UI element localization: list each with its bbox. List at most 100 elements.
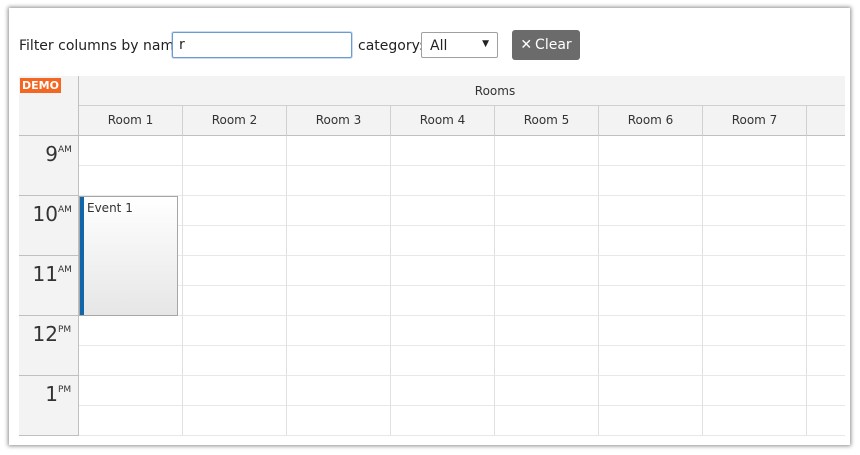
column-header[interactable]: Room 2 xyxy=(183,106,287,136)
time-cell[interactable] xyxy=(287,226,391,256)
time-cell[interactable] xyxy=(495,196,599,226)
time-cell[interactable] xyxy=(79,136,183,166)
time-cell[interactable] xyxy=(703,256,807,286)
hour-label: 1 xyxy=(45,382,58,406)
time-cell[interactable] xyxy=(79,346,183,376)
filter-toolbar: Filter columns by name: category: All ▼ … xyxy=(9,30,850,62)
time-cell[interactable] xyxy=(807,166,845,196)
time-cell[interactable] xyxy=(391,346,495,376)
time-cell[interactable] xyxy=(599,196,703,226)
calendar-event[interactable]: Event 1 xyxy=(79,196,178,316)
column-header[interactable]: Room 4 xyxy=(391,106,495,136)
time-cell[interactable] xyxy=(495,406,599,436)
time-cell[interactable] xyxy=(287,286,391,316)
column-header[interactable]: Room 5 xyxy=(495,106,599,136)
time-cell[interactable] xyxy=(287,196,391,226)
time-cell[interactable] xyxy=(807,226,845,256)
time-cell[interactable] xyxy=(703,406,807,436)
column-header[interactable]: Room 7 xyxy=(703,106,807,136)
time-cell[interactable] xyxy=(287,256,391,286)
column-header[interactable]: Room 3 xyxy=(287,106,391,136)
time-row-header: 9 AM xyxy=(19,136,79,196)
time-cell[interactable] xyxy=(183,286,287,316)
time-cell[interactable] xyxy=(807,406,845,436)
time-cell[interactable] xyxy=(703,196,807,226)
time-cell[interactable] xyxy=(183,406,287,436)
filter-label: Filter columns by name: xyxy=(19,38,188,54)
time-cell[interactable] xyxy=(703,136,807,166)
time-cell[interactable] xyxy=(807,346,845,376)
time-cell[interactable] xyxy=(495,256,599,286)
category-select[interactable]: All ▼ xyxy=(421,32,498,58)
time-cell[interactable] xyxy=(599,166,703,196)
time-cell[interactable] xyxy=(183,196,287,226)
time-row-header: 10 AM xyxy=(19,196,79,256)
group-header: Rooms xyxy=(79,76,845,106)
time-cell[interactable] xyxy=(391,286,495,316)
column-header[interactable]: Room 6 xyxy=(599,106,703,136)
time-cell[interactable] xyxy=(495,226,599,256)
time-cell[interactable] xyxy=(183,226,287,256)
time-cell[interactable] xyxy=(807,196,845,226)
time-cell[interactable] xyxy=(287,406,391,436)
ampm-label: AM xyxy=(58,205,72,215)
time-cell[interactable] xyxy=(495,316,599,346)
time-cell[interactable] xyxy=(287,346,391,376)
time-cell[interactable] xyxy=(183,316,287,346)
time-cell[interactable] xyxy=(703,346,807,376)
time-cell[interactable] xyxy=(287,376,391,406)
time-cell[interactable] xyxy=(599,256,703,286)
time-cell[interactable] xyxy=(391,376,495,406)
demo-badge: DEMO xyxy=(20,78,61,93)
time-cell[interactable] xyxy=(807,136,845,166)
clear-button[interactable]: ✕ Clear xyxy=(512,30,580,60)
time-cell[interactable] xyxy=(807,316,845,346)
time-cell[interactable] xyxy=(79,166,183,196)
event-text: Event 1 xyxy=(87,201,133,215)
time-cell[interactable] xyxy=(183,346,287,376)
time-cell[interactable] xyxy=(599,136,703,166)
time-cell[interactable] xyxy=(79,316,183,346)
time-cell[interactable] xyxy=(599,376,703,406)
time-cell[interactable] xyxy=(391,166,495,196)
hour-label: 12 xyxy=(32,322,58,346)
time-cell[interactable] xyxy=(807,256,845,286)
time-cell[interactable] xyxy=(183,256,287,286)
time-cell[interactable] xyxy=(807,286,845,316)
category-select-value: All xyxy=(430,38,448,54)
ampm-label: AM xyxy=(58,145,72,155)
time-cell[interactable] xyxy=(495,136,599,166)
time-cell[interactable] xyxy=(391,316,495,346)
time-cell[interactable] xyxy=(495,166,599,196)
time-cell[interactable] xyxy=(599,286,703,316)
time-cell[interactable] xyxy=(287,136,391,166)
time-cell[interactable] xyxy=(287,316,391,346)
time-cell[interactable] xyxy=(391,136,495,166)
time-cell[interactable] xyxy=(79,376,183,406)
time-cell[interactable] xyxy=(495,286,599,316)
time-cell[interactable] xyxy=(495,376,599,406)
time-cell[interactable] xyxy=(495,346,599,376)
time-cell[interactable] xyxy=(703,286,807,316)
time-cell[interactable] xyxy=(79,406,183,436)
time-cell[interactable] xyxy=(287,166,391,196)
time-cell[interactable] xyxy=(703,226,807,256)
time-cell[interactable] xyxy=(391,406,495,436)
time-cell[interactable] xyxy=(599,226,703,256)
column-header[interactable]: R xyxy=(807,106,845,136)
time-cell[interactable] xyxy=(703,166,807,196)
time-cell[interactable] xyxy=(183,136,287,166)
filter-input[interactable] xyxy=(172,32,352,58)
time-cell[interactable] xyxy=(599,406,703,436)
time-cell[interactable] xyxy=(391,226,495,256)
time-cell[interactable] xyxy=(391,256,495,286)
time-cell[interactable] xyxy=(599,346,703,376)
time-cell[interactable] xyxy=(807,376,845,406)
time-cell[interactable] xyxy=(183,376,287,406)
time-cell[interactable] xyxy=(599,316,703,346)
column-header[interactable]: Room 1 xyxy=(79,106,183,136)
time-cell[interactable] xyxy=(391,196,495,226)
time-cell[interactable] xyxy=(703,376,807,406)
time-cell[interactable] xyxy=(183,166,287,196)
time-cell[interactable] xyxy=(703,316,807,346)
